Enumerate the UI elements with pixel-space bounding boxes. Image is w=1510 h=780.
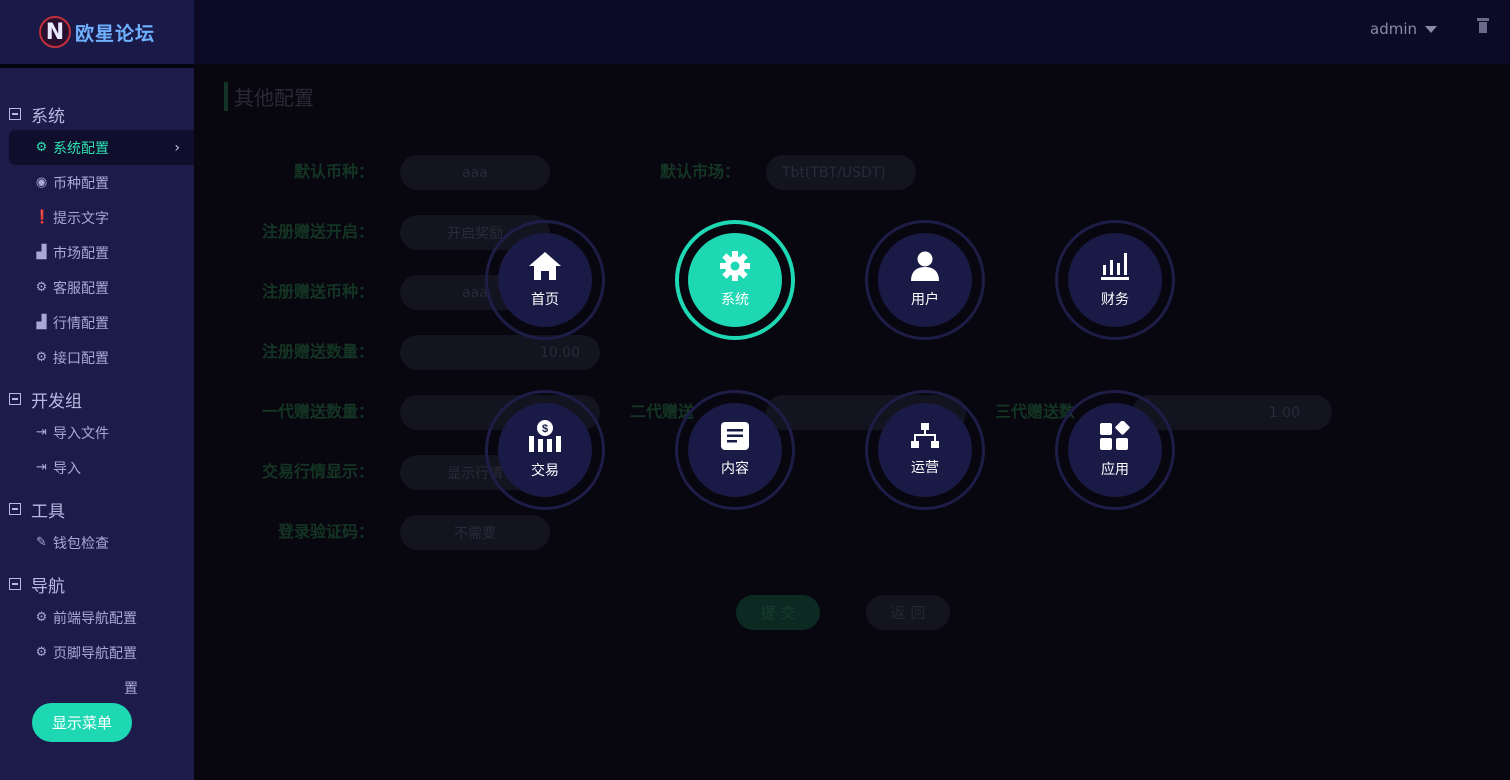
- back-button[interactable]: 返 回: [866, 595, 950, 630]
- group-system[interactable]: 系统: [0, 98, 194, 130]
- quick-menu-finance[interactable]: 财务: [1055, 220, 1175, 340]
- label-default-coin: 默认币种：: [294, 162, 375, 181]
- sidebar-item-import[interactable]: ⇥ 导入: [0, 450, 194, 485]
- username: admin: [1370, 20, 1417, 38]
- info-icon: ❗: [34, 210, 51, 225]
- label-reg-gift-coin: 注册赠送币种：: [262, 282, 375, 301]
- sidebar-item-api-config[interactable]: ⚙ 接口配置: [0, 340, 194, 375]
- svg-text:$: $: [542, 423, 548, 435]
- gear-icon: ⚙: [35, 280, 48, 295]
- sidebar-item-wallet-check[interactable]: ✎ 钱包检查: [0, 525, 194, 560]
- gear-icon: ⚙: [35, 350, 48, 365]
- sign-in-icon: ⇥: [36, 460, 47, 475]
- sidebar-item-system-config[interactable]: ⚙ 系统配置 ›: [9, 130, 194, 165]
- quick-menu-trade[interactable]: $ 交易: [485, 390, 605, 510]
- sidebar-item-coin-config[interactable]: ◉ 币种配置: [0, 165, 194, 200]
- sign-in-icon: ⇥: [36, 425, 47, 440]
- sidebar-item-import-file[interactable]: ⇥ 导入文件: [0, 415, 194, 450]
- collapse-icon: [9, 393, 21, 405]
- main-content: 其他配置 默认币种： aaa 默认市场： Tbt(TBT/USDT) 注册赠送开…: [194, 64, 1510, 780]
- submit-button[interactable]: 提 交: [736, 595, 820, 630]
- chevron-right-icon: ›: [174, 139, 180, 156]
- quick-menu-apps[interactable]: 应用: [1055, 390, 1175, 510]
- user-menu[interactable]: admin: [1370, 20, 1437, 38]
- sidebar-item-tip-text[interactable]: ❗ 提示文字: [0, 200, 194, 235]
- home-icon: [529, 252, 561, 280]
- user-icon: [911, 251, 939, 281]
- sidebar-item-market-config[interactable]: ▟ 市场配置: [0, 235, 194, 270]
- collapse-icon: [9, 503, 21, 515]
- quick-menu-system[interactable]: 系统: [675, 220, 795, 340]
- money-bars-icon: $: [529, 420, 561, 452]
- sidebar-item-front-nav[interactable]: ⚙ 前端导航配置: [0, 600, 194, 635]
- logo[interactable]: N 欧星论坛: [0, 0, 194, 64]
- group-dev[interactable]: 开发组: [0, 383, 194, 415]
- label-trade-quote: 交易行情显示：: [262, 462, 375, 481]
- sidebar-item-footer-nav[interactable]: ⚙ 页脚导航配置: [0, 635, 194, 670]
- label-default-market: 默认市场：: [660, 162, 741, 181]
- bar-chart-icon: ▟: [36, 315, 47, 330]
- page-title: 其他配置: [224, 82, 314, 111]
- sidebar-item-service-config[interactable]: ⚙ 客服配置: [0, 270, 194, 305]
- quick-menu-content[interactable]: 内容: [675, 390, 795, 510]
- top-bar: [194, 0, 1510, 64]
- label-reg-gift-amount: 注册赠送数量：: [262, 342, 375, 361]
- logo-mark: N: [38, 16, 71, 48]
- select-default-coin[interactable]: aaa: [400, 155, 550, 190]
- finance-chart-icon: [1101, 253, 1129, 280]
- gear-icon: ⚙: [35, 645, 48, 660]
- apps-icon: [1100, 421, 1130, 450]
- logo-text: 欧星论坛: [74, 22, 155, 45]
- label-login-captcha: 登录验证码：: [278, 522, 375, 541]
- group-nav[interactable]: 导航: [0, 568, 194, 600]
- caret-down-icon: [1425, 25, 1437, 33]
- group-tools[interactable]: 工具: [0, 493, 194, 525]
- quick-menu-home[interactable]: 首页: [485, 220, 605, 340]
- gear-icon: [720, 251, 750, 281]
- sitemap-icon: [911, 423, 939, 448]
- quick-menu-operations[interactable]: 运营: [865, 390, 985, 510]
- select-default-market[interactable]: Tbt(TBT/USDT): [766, 155, 916, 190]
- document-icon: [721, 422, 749, 450]
- label-reg-gift-open: 注册赠送开启：: [262, 222, 375, 241]
- wrench-icon: ✎: [36, 535, 47, 550]
- bar-chart-icon: ▟: [36, 245, 47, 260]
- select-login-captcha[interactable]: 不需要: [400, 515, 550, 550]
- collapse-icon: [9, 108, 21, 120]
- sidebar-item-nav-3[interactable]: 置: [0, 670, 194, 705]
- trash-icon[interactable]: [1477, 18, 1489, 34]
- show-menu-button[interactable]: 显示菜单: [32, 703, 132, 742]
- sidebar: 系统 ⚙ 系统配置 › ◉ 币种配置 ❗ 提示文字 ▟ 市场配置 ⚙ 客服配置 ▟ 行情配置 …: [0, 68, 194, 780]
- target-icon: ◉: [35, 175, 48, 190]
- collapse-icon: [9, 578, 21, 590]
- gear-icon: ⚙: [35, 140, 48, 155]
- label-gen1: 一代赠送数量：: [262, 402, 375, 421]
- input-reg-gift-amount[interactable]: 10.00: [400, 335, 600, 370]
- sidebar-item-quote-config[interactable]: ▟ 行情配置: [0, 305, 194, 340]
- gear-icon: ⚙: [35, 610, 48, 625]
- quick-menu-user[interactable]: 用户: [865, 220, 985, 340]
